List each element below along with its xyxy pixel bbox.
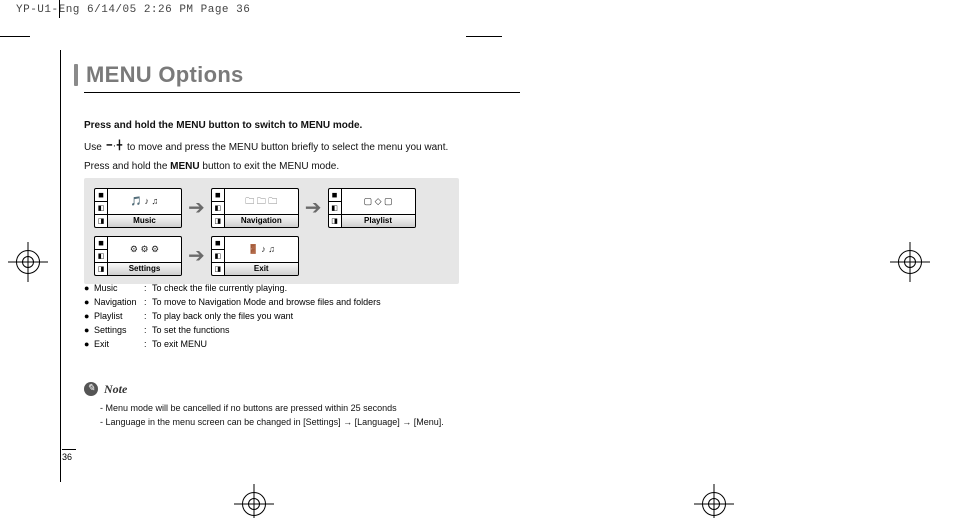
playlist-icon-row: ▢ ◇ ▢ [342, 189, 415, 214]
def-term: Playlist [94, 310, 144, 324]
registration-mark [240, 490, 268, 518]
exit-icon-row: 🚪 ♪ ♫ [225, 237, 298, 262]
instruction-exit-pre: Press and hold the [84, 161, 170, 172]
def-term: Exit [94, 338, 144, 352]
screen-playlist: ◼◧◨ ▢ ◇ ▢ Playlist [328, 188, 416, 228]
def-settings: ● Settings : To set the functions [84, 324, 381, 338]
print-job-header: YP-U1-Eng 6/14/05 2:26 PM Page 36 [16, 4, 250, 16]
menu-definitions: ● Music : To check the file currently pl… [84, 282, 381, 352]
page-title-block: MENU Options [74, 62, 244, 88]
def-desc: To play back only the files you want [152, 310, 381, 324]
menu-screens-row-1: ◼◧◨ 🎵 ♪ ♫ Music ➔ ◼◧◨ 🗀 🗀 🗀 Navigation ➔… [94, 188, 449, 228]
def-desc: To check the file currently playing. [152, 282, 381, 296]
def-music: ● Music : To check the file currently pl… [84, 282, 381, 296]
screen-settings: ◼◧◨ ⚙ ⚙ ⚙ Settings [94, 236, 182, 276]
menu-screens-row-2: ◼◧◨ ⚙ ⚙ ⚙ Settings ➔ ◼◧◨ 🚪 ♪ ♫ Exit [94, 236, 449, 276]
note-line-1: - Menu mode will be cancelled if no butt… [84, 402, 444, 416]
instruction-use-line: Use ━·╋ to move and press the MENU butto… [84, 140, 502, 156]
instruction-exit-bold: MENU [170, 161, 199, 172]
registration-mark [896, 248, 924, 276]
crop-tick [59, 0, 60, 18]
registration-mark [14, 248, 42, 276]
registration-mark [700, 490, 728, 518]
bullet-icon: ● [84, 310, 94, 324]
note-line-2-text: Language in the menu screen can be chang… [106, 417, 444, 427]
screen-exit: ◼◧◨ 🚪 ♪ ♫ Exit [211, 236, 299, 276]
settings-icon-row: ⚙ ⚙ ⚙ [108, 237, 181, 262]
nav-control-icon: ━·╋ [107, 142, 123, 151]
crop-mark [0, 36, 30, 37]
page-number: 36 [62, 449, 76, 462]
bullet-icon: ● [84, 338, 94, 352]
bullet-icon: ● [84, 282, 94, 296]
page-title: MENU Options [86, 62, 244, 88]
screen-label-playlist: Playlist [342, 214, 415, 227]
def-exit: ● Exit : To exit MENU [84, 338, 381, 352]
screen-music: ◼◧◨ 🎵 ♪ ♫ Music [94, 188, 182, 228]
def-term: Navigation [94, 296, 144, 310]
screen-label-navigation: Navigation [225, 214, 298, 227]
instruction-use-suffix: to move and press the MENU button briefl… [124, 142, 448, 153]
arrow-right-icon: ➔ [188, 198, 205, 218]
title-underline [84, 92, 520, 93]
def-navigation: ● Navigation : To move to Navigation Mod… [84, 296, 381, 310]
def-playlist: ● Playlist : To play back only the files… [84, 310, 381, 324]
instructions-block: Press and hold the MENU button to switch… [84, 118, 502, 179]
arrow-right-icon: ➔ [305, 198, 322, 218]
navigation-icon-row: 🗀 🗀 🗀 [225, 189, 298, 214]
instruction-exit-post: button to exit the MENU mode. [200, 161, 340, 172]
def-term: Settings [94, 324, 144, 338]
screen-label-exit: Exit [225, 262, 298, 275]
note-line-2: - Language in the menu screen can be cha… [84, 416, 444, 430]
note-badge-icon: ✎ [84, 382, 98, 396]
bullet-icon: ● [84, 324, 94, 338]
title-accent-bar [74, 64, 78, 86]
crop-mark [466, 36, 502, 37]
music-icon-row: 🎵 ♪ ♫ [108, 189, 181, 214]
screen-label-settings: Settings [108, 262, 181, 275]
note-label: Note [104, 380, 127, 398]
instruction-exit-line: Press and hold the MENU button to exit t… [84, 159, 502, 175]
instruction-use-prefix: Use [84, 142, 105, 153]
menu-screens-panel: ◼◧◨ 🎵 ♪ ♫ Music ➔ ◼◧◨ 🗀 🗀 🗀 Navigation ➔… [84, 178, 459, 284]
note-line-1-text: Menu mode will be cancelled if no button… [106, 403, 397, 413]
arrow-right-icon: ➔ [188, 246, 205, 266]
screen-navigation: ◼◧◨ 🗀 🗀 🗀 Navigation [211, 188, 299, 228]
def-desc: To exit MENU [152, 338, 381, 352]
def-term: Music [94, 282, 144, 296]
note-block: ✎ Note - Menu mode will be cancelled if … [84, 380, 444, 429]
def-desc: To set the functions [152, 324, 381, 338]
def-desc: To move to Navigation Mode and browse fi… [152, 296, 381, 310]
instruction-hold-line: Press and hold the MENU button to switch… [84, 118, 502, 134]
bullet-icon: ● [84, 296, 94, 310]
screen-label-music: Music [108, 214, 181, 227]
